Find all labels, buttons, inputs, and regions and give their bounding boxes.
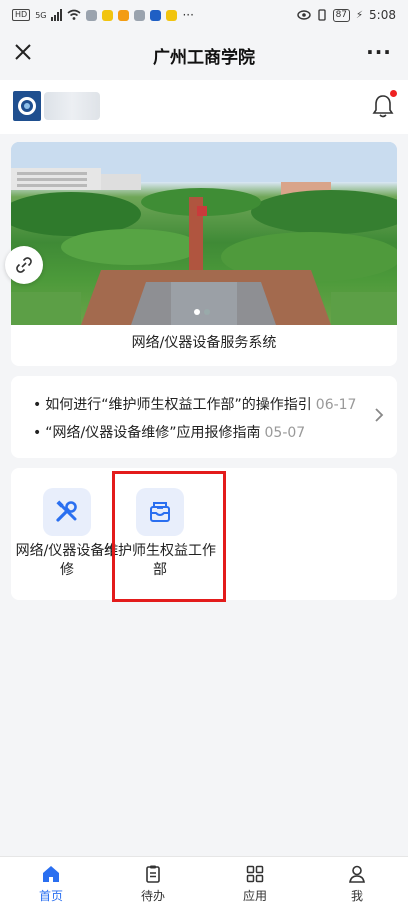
hd-badge: HD xyxy=(12,9,31,21)
tab-apps[interactable]: 应用 xyxy=(204,857,306,906)
app-icon-box xyxy=(43,488,91,536)
grid-icon xyxy=(246,865,264,883)
signal-icon xyxy=(51,9,63,21)
close-icon xyxy=(15,44,31,60)
news-title: 如何进行“维护师生权益工作部”的操作指引 xyxy=(45,397,312,413)
tab-todo[interactable]: 待办 xyxy=(102,857,204,906)
charging-icon: ⚡ xyxy=(356,9,364,21)
status-right: 87 ⚡ 5:08 xyxy=(296,8,396,22)
person-icon xyxy=(349,865,365,883)
status-bar: HD 5G ··· 87 ⚡ 5:08 xyxy=(0,0,408,30)
chevron-right-icon[interactable] xyxy=(373,406,385,424)
news-date: 06-17 xyxy=(315,397,357,413)
tools-icon xyxy=(56,500,77,522)
battery-icon: 87 xyxy=(332,8,351,22)
vibrate-icon xyxy=(317,9,326,21)
highlight-annotation xyxy=(112,471,226,602)
eye-icon xyxy=(296,10,311,20)
school-logo[interactable] xyxy=(13,91,41,121)
tab-label: 应用 xyxy=(242,889,267,903)
app-notification-icon xyxy=(102,9,114,21)
floating-link-button[interactable] xyxy=(5,246,43,284)
bullet: • xyxy=(33,425,42,441)
status-left: HD 5G ··· xyxy=(12,8,194,22)
banner-caption: 网络/仪器设备服务系统 xyxy=(131,335,277,351)
blurred-username xyxy=(44,92,100,120)
close-button[interactable] xyxy=(10,42,36,68)
news-title: “网络/仪器设备维修”应用报修指南 xyxy=(45,425,261,441)
app-notification-icon xyxy=(166,9,178,21)
tab-label: 待办 xyxy=(140,889,165,903)
title-bar: 广州工商学院 ··· xyxy=(0,30,408,80)
more-menu-button[interactable]: ··· xyxy=(364,40,394,66)
campus-banner-image[interactable] xyxy=(11,142,397,325)
user-header xyxy=(0,80,408,134)
app-notification-icon xyxy=(134,9,146,21)
app-notification-icon xyxy=(118,9,130,21)
news-item[interactable]: • 如何进行“维护师生权益工作部”的操作指引 06-17 xyxy=(33,394,356,414)
page-title: 广州工商学院 xyxy=(153,47,255,68)
banner-card[interactable]: 网络/仪器设备服务系统 xyxy=(11,142,397,366)
tab-label: 首页 xyxy=(38,889,63,903)
bullet: • xyxy=(33,397,42,413)
logo-core xyxy=(24,103,30,109)
notification-dot xyxy=(390,90,397,97)
tab-me[interactable]: 我 xyxy=(306,857,408,906)
wifi-icon xyxy=(67,9,81,20)
news-item[interactable]: • “网络/仪器设备维修”应用报修指南 05-07 xyxy=(33,422,305,442)
campus-illustration xyxy=(11,142,397,325)
home-icon xyxy=(43,866,59,882)
bell-icon[interactable] xyxy=(372,94,394,118)
app-notification-icon xyxy=(86,9,98,21)
overflow-notifications: ··· xyxy=(182,8,194,22)
clipboard-icon xyxy=(146,865,160,883)
clock: 5:08 xyxy=(369,8,396,22)
app-notification-icon xyxy=(150,9,162,21)
tab-label: 我 xyxy=(350,889,363,903)
news-date: 05-07 xyxy=(264,425,306,441)
news-card: • 如何进行“维护师生权益工作部”的操作指引 06-17 • “网络/仪器设备维修”应… xyxy=(11,376,397,458)
tab-home[interactable]: 首页 xyxy=(0,857,102,906)
link-icon xyxy=(16,257,32,273)
network-type: 5G xyxy=(35,10,47,20)
bottom-tab-bar: 首页 待办 应用 我 xyxy=(0,856,408,906)
